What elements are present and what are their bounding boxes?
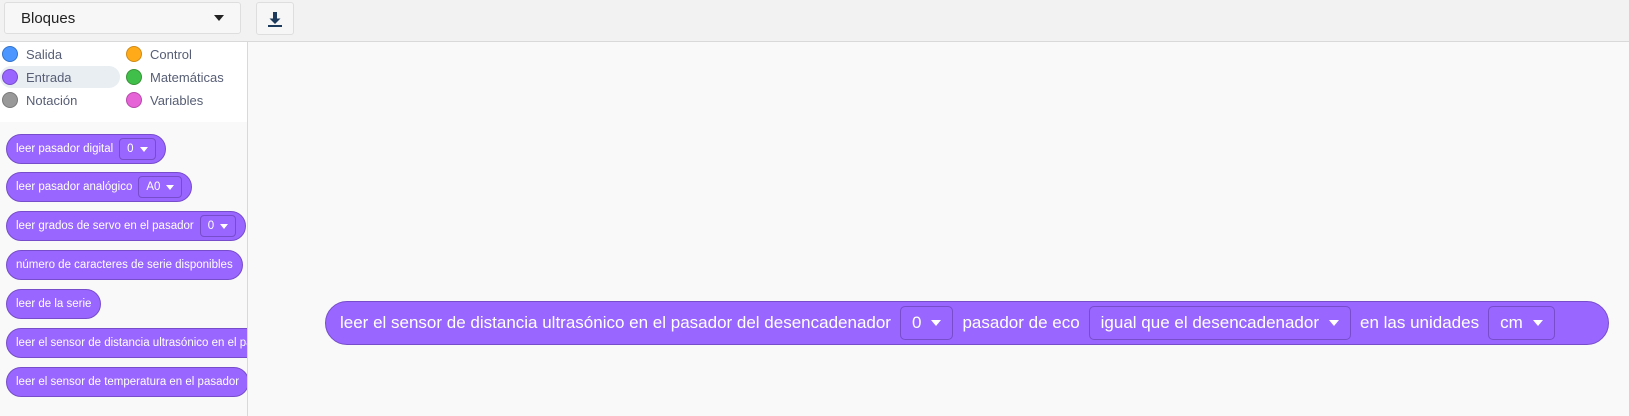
block-text: en las unidades <box>1360 313 1480 332</box>
category-matematicas[interactable]: Matemáticas <box>124 66 242 88</box>
block-text: leer grados de servo en el pasador <box>16 220 194 232</box>
block-read-ultrasonic[interactable]: leer el sensor de distancia ultrasónico … <box>6 328 247 358</box>
category-label: Entrada <box>26 69 72 85</box>
dropdown-value: A0 <box>146 181 161 193</box>
workspace-canvas[interactable] <box>249 43 1629 416</box>
block-palette-panel: Salida Control Entrada Matemáticas Notac… <box>0 42 248 416</box>
category-label: Control <box>150 46 192 62</box>
block-text: pasador de eco <box>962 313 1080 332</box>
block-read-digital-pin[interactable]: leer pasador digital 0 <box>6 134 166 164</box>
dropdown-value: 0 <box>911 313 922 332</box>
category-label: Matemáticas <box>150 69 224 85</box>
category-color-dot <box>126 92 142 108</box>
dropdown-value: igual que el desencadenador <box>1100 313 1319 332</box>
download-icon <box>268 11 282 27</box>
chevron-down-icon <box>220 223 229 229</box>
category-select-value: Bloques <box>21 9 76 27</box>
category-color-dot <box>2 92 18 108</box>
pin-dropdown[interactable]: A0 <box>138 176 183 198</box>
category-color-dot <box>2 46 18 62</box>
category-list: Salida Control Entrada Matemáticas Notac… <box>0 42 247 122</box>
category-color-dot <box>2 69 18 85</box>
chevron-down-icon <box>139 146 148 152</box>
block-text: leer el sensor de distancia ultrasónico … <box>340 313 891 332</box>
block-read-analog-pin[interactable]: leer pasador analógico A0 <box>6 172 193 202</box>
pin-dropdown[interactable]: 0 <box>199 215 237 237</box>
category-select[interactable]: Bloques <box>4 2 241 34</box>
dropdown-value: cm <box>1500 313 1523 332</box>
category-color-dot <box>126 69 142 85</box>
dropdown-value: 0 <box>207 220 215 232</box>
block-text: leer pasador analógico <box>16 181 133 193</box>
category-salida[interactable]: Salida <box>0 43 118 65</box>
block-text: número de caracteres de serie disponible… <box>16 259 233 271</box>
category-label: Salida <box>26 46 63 62</box>
trigger-pin-dropdown[interactable]: 0 <box>899 306 954 340</box>
chevron-down-icon <box>166 184 175 190</box>
category-entrada[interactable]: Entrada <box>0 66 120 88</box>
block-text: leer el sensor de distancia ultrasónico … <box>16 337 247 349</box>
block-text: leer de la serie <box>16 298 92 310</box>
ultrasonic-sensor-block[interactable]: leer el sensor de distancia ultrasónico … <box>325 301 1609 345</box>
category-color-dot <box>126 46 142 62</box>
chevron-down-icon <box>1329 320 1339 326</box>
download-button[interactable] <box>256 2 294 35</box>
category-control[interactable]: Control <box>124 43 242 65</box>
dropdown-value: 0 <box>127 143 134 155</box>
block-text: leer el sensor de temperatura en el pasa… <box>16 376 240 388</box>
toolbar: Bloques <box>0 0 1629 42</box>
category-notacion[interactable]: Notación <box>0 89 118 111</box>
echo-pin-dropdown[interactable]: igual que el desencadenador <box>1088 306 1351 340</box>
category-variables[interactable]: Variables <box>124 89 242 111</box>
category-label: Variables <box>150 92 204 108</box>
chevron-down-icon <box>931 320 942 326</box>
pin-dropdown[interactable]: 0 <box>119 138 156 160</box>
block-read-temperature[interactable]: leer el sensor de temperatura en el pasa… <box>6 367 247 397</box>
block-text: leer pasador digital <box>16 143 114 155</box>
chevron-down-icon <box>1532 320 1543 326</box>
block-read-serial[interactable]: leer de la serie <box>6 289 102 319</box>
units-dropdown[interactable]: cm <box>1488 306 1555 340</box>
block-read-servo-degrees[interactable]: leer grados de servo en el pasador 0 <box>6 211 247 241</box>
chevron-down-icon <box>214 15 224 21</box>
category-label: Notación <box>26 92 78 108</box>
block-serial-available[interactable]: número de caracteres de serie disponible… <box>6 250 243 280</box>
